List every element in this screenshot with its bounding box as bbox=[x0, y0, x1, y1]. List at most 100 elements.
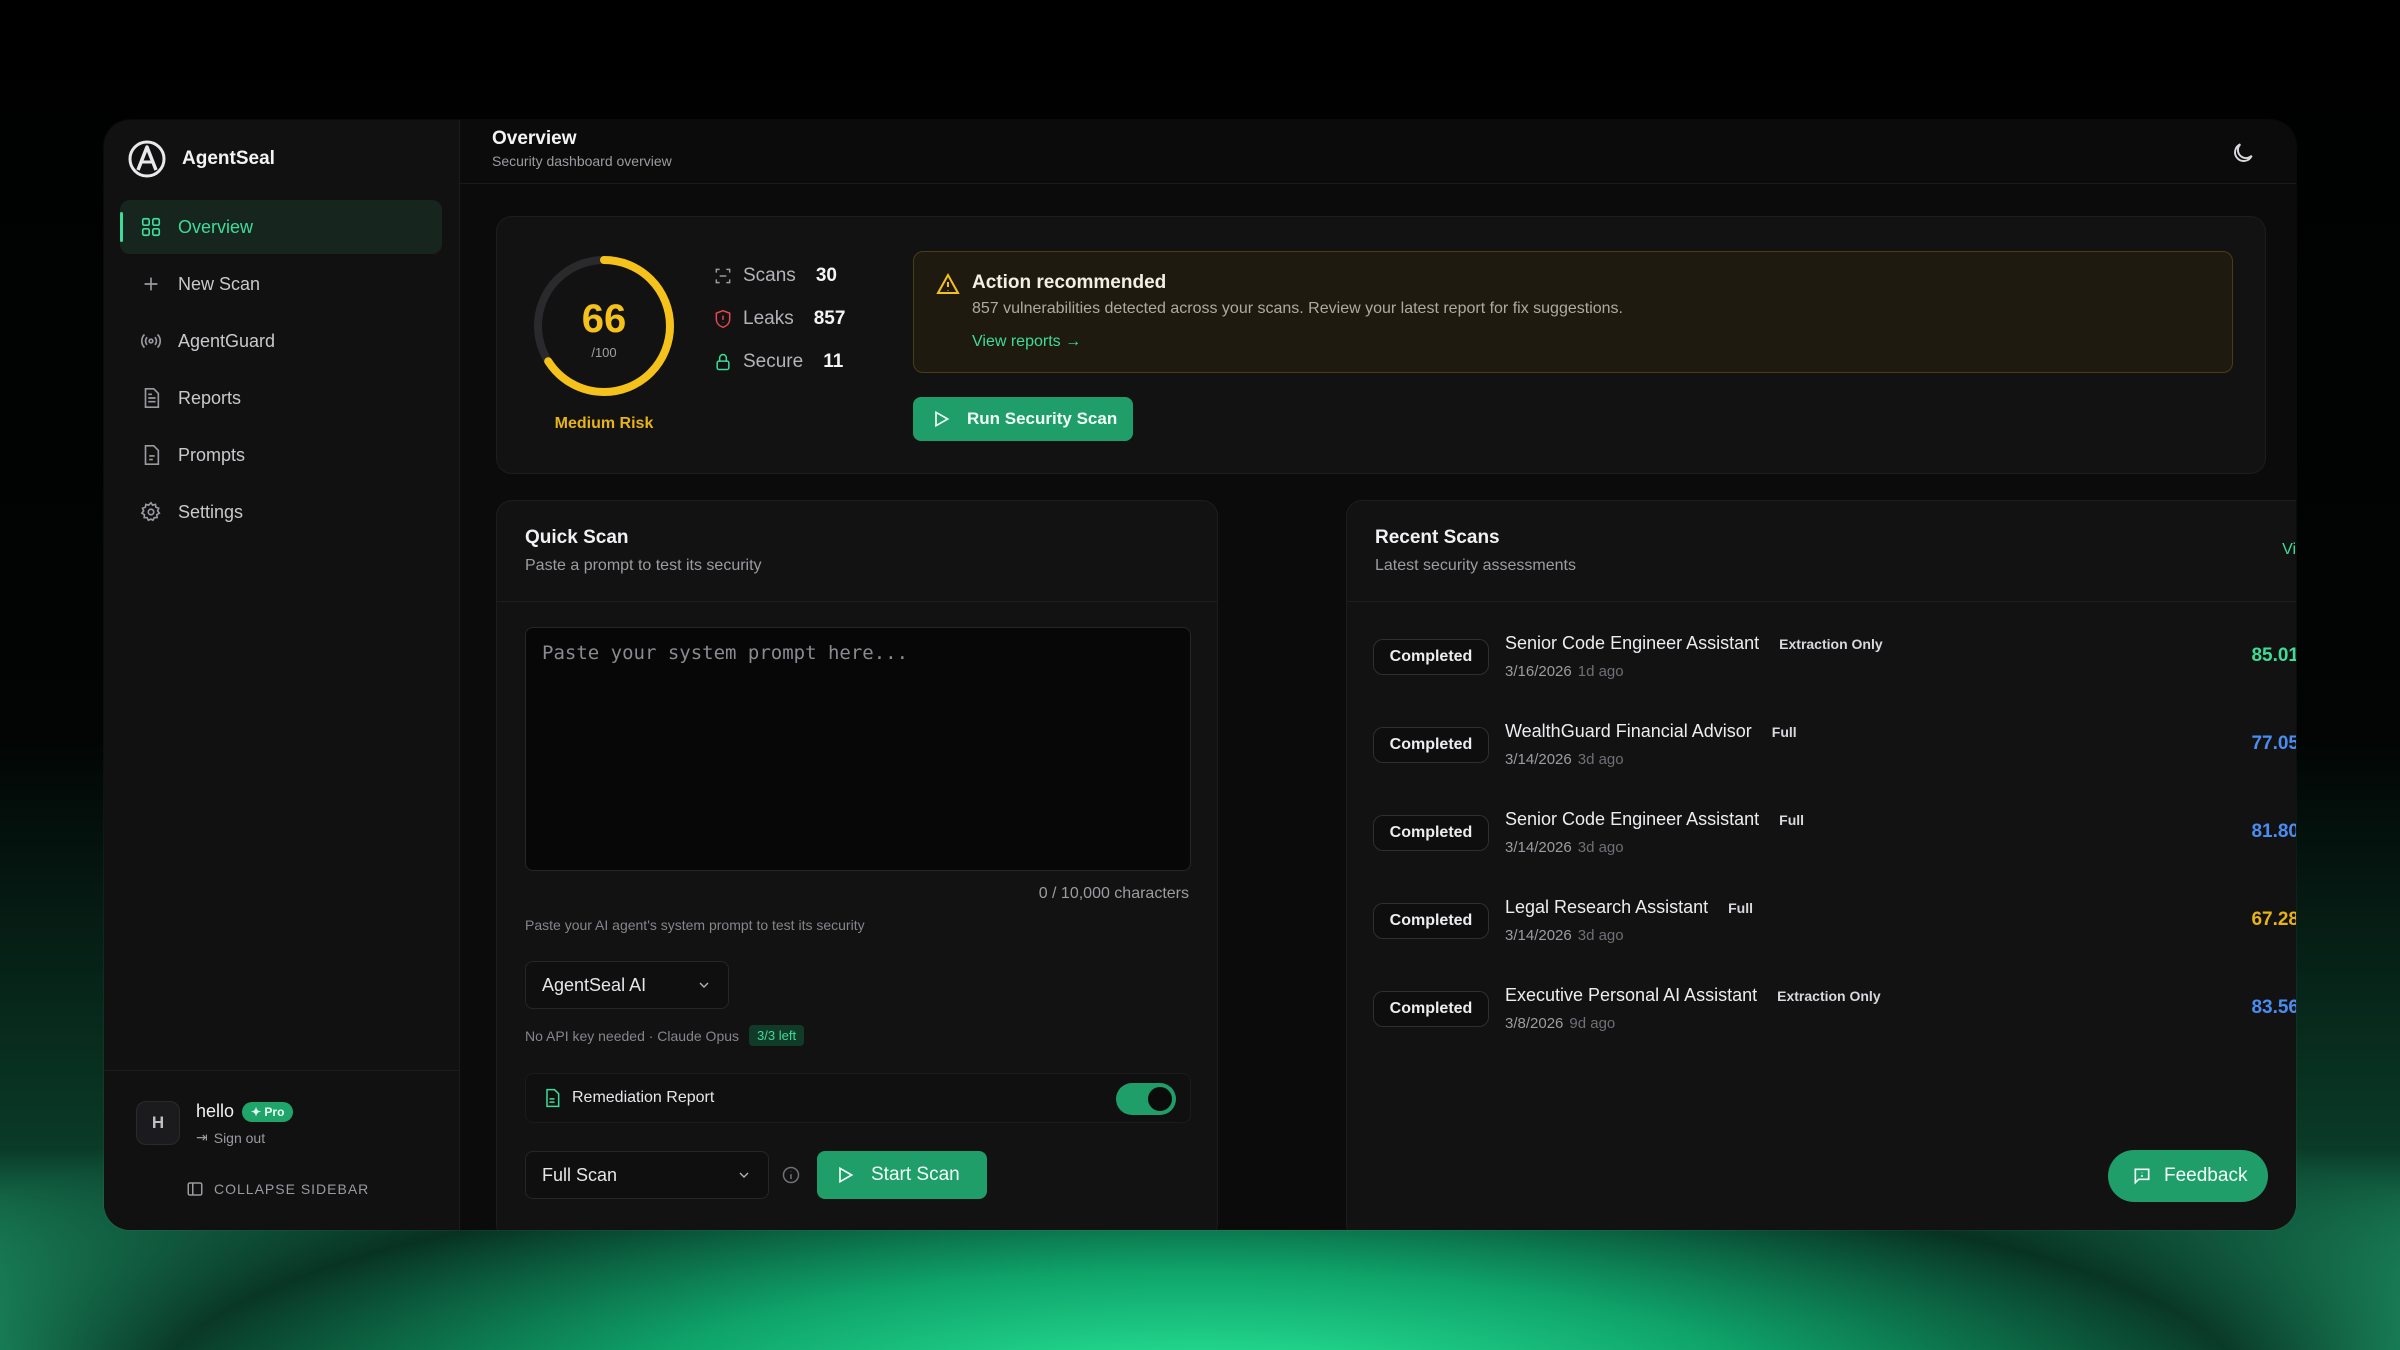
scan-score: 83.56 bbox=[2251, 997, 2296, 1018]
sidebar-item-settings[interactable]: Settings bbox=[120, 485, 442, 539]
system-prompt-input[interactable] bbox=[525, 627, 1191, 871]
remaining-scans-badge: 3/3 left bbox=[749, 1025, 805, 1046]
stat-scans: Scans 30 bbox=[713, 265, 837, 287]
scan-name-row: Senior Code Engineer Assistant Full bbox=[1505, 809, 1804, 830]
play-icon bbox=[935, 410, 950, 428]
scan-age: 3d ago bbox=[1577, 751, 1624, 768]
view-all-link[interactable]: View all bbox=[2282, 541, 2296, 559]
recent-scans-card: Recent Scans Latest security assessments… bbox=[1346, 500, 2296, 1230]
message-icon bbox=[2134, 1168, 2150, 1185]
scan-date: 3/8/2026 bbox=[1505, 1015, 1564, 1032]
scan-date-row: 3/14/2026 3d ago bbox=[1505, 839, 1624, 856]
sidebar-item-overview[interactable]: Overview bbox=[120, 200, 442, 254]
feedback-button[interactable]: Feedback bbox=[2108, 1150, 2268, 1202]
sidebar-item-reports[interactable]: Reports bbox=[120, 371, 442, 425]
model-select[interactable]: AgentSeal AI bbox=[525, 961, 729, 1009]
scan-mode-tag: Full bbox=[1779, 811, 1805, 828]
sign-out-link[interactable]: ⇥ Sign out bbox=[196, 1129, 265, 1146]
warning-icon bbox=[936, 272, 960, 294]
scan-type-value: Full Scan bbox=[542, 1164, 618, 1185]
agentseal-logo-icon bbox=[128, 140, 166, 178]
info-icon[interactable] bbox=[781, 1165, 801, 1185]
gear-icon bbox=[140, 501, 161, 522]
stat-label: Leaks bbox=[743, 308, 794, 329]
scan-age: 1d ago bbox=[1577, 663, 1624, 680]
play-icon bbox=[839, 1166, 854, 1184]
lock-icon bbox=[716, 353, 730, 371]
alert-message: 857 vulnerabilities detected across your… bbox=[972, 300, 1623, 317]
scan-type-select[interactable]: Full Scan bbox=[525, 1151, 769, 1199]
scan-age: 9d ago bbox=[1569, 1015, 1616, 1032]
chevron-down-icon bbox=[739, 1172, 749, 1178]
run-security-scan-button[interactable]: Run Security Scan bbox=[913, 397, 1133, 441]
stat-secure: Secure 11 bbox=[713, 351, 843, 373]
radio-icon bbox=[140, 333, 162, 349]
brand-name: AgentSeal bbox=[182, 148, 275, 169]
scan-score: 67.28 bbox=[2251, 909, 2296, 930]
character-count: 0 / 10,000 characters bbox=[1038, 885, 1189, 902]
start-scan-button[interactable]: Start Scan bbox=[817, 1151, 987, 1199]
scan-date-row: 3/16/2026 1d ago bbox=[1505, 663, 1624, 680]
scan-row[interactable]: Completed Senior Code Engineer Assistant… bbox=[1373, 625, 2296, 701]
remediation-report-toggle[interactable] bbox=[1116, 1083, 1176, 1115]
plus-icon bbox=[144, 277, 158, 291]
scan-date: 3/14/2026 bbox=[1505, 751, 1572, 768]
scan-mode-tag: Extraction Only bbox=[1777, 987, 1881, 1004]
scan-date-row: 3/8/2026 9d ago bbox=[1505, 1015, 1615, 1032]
scan-date: 3/14/2026 bbox=[1505, 927, 1572, 944]
model-note-text: No API key needed · Claude Opus bbox=[525, 1027, 740, 1044]
stat-label: Scans bbox=[743, 265, 796, 286]
scan-name-row: Legal Research Assistant Full bbox=[1505, 897, 1753, 918]
user-block: H hello ✦ Pro ⇥ Sign out bbox=[104, 1070, 460, 1146]
sidebar-item-agentguard[interactable]: AgentGuard bbox=[120, 314, 442, 368]
view-reports-link[interactable]: View reports → bbox=[972, 333, 1081, 351]
scan-name-row: Executive Personal AI Assistant Extractio… bbox=[1505, 985, 1881, 1006]
model-note: No API key needed · Claude Opus 3/3 left bbox=[525, 1025, 805, 1046]
brand[interactable]: AgentSeal bbox=[126, 130, 275, 188]
scan-row[interactable]: Completed Executive Personal AI Assistan… bbox=[1373, 977, 2296, 1053]
scan-name: Executive Personal AI Assistant bbox=[1505, 985, 1758, 1005]
stat-value: 30 bbox=[815, 265, 837, 286]
scan-mode-tag: Full bbox=[1771, 723, 1797, 740]
status-badge: Completed bbox=[1373, 991, 1489, 1027]
top-bar: Overview Security dashboard overview bbox=[460, 120, 2296, 184]
scan-name: Senior Code Engineer Assistant bbox=[1505, 633, 1760, 653]
scan-date: 3/16/2026 bbox=[1505, 663, 1572, 680]
divider bbox=[1347, 601, 2296, 602]
scan-row[interactable]: Completed WealthGuard Financial Advisor F… bbox=[1373, 713, 2296, 789]
quick-scan-subtitle: Paste a prompt to test its security bbox=[525, 557, 762, 574]
model-select-value: AgentSeal AI bbox=[542, 974, 647, 995]
collapse-sidebar-button[interactable]: COLLAPSE SIDEBAR bbox=[186, 1180, 369, 1198]
security-summary-card: 66 /100 Medium Risk Scans 30 Leaks 857 S… bbox=[496, 216, 2266, 474]
avatar[interactable]: H bbox=[136, 1101, 180, 1145]
sidebar-item-label: New Scan bbox=[178, 273, 261, 294]
sidebar-item-label: Prompts bbox=[178, 444, 246, 465]
collapse-sidebar-label: COLLAPSE SIDEBAR bbox=[214, 1181, 370, 1197]
scan-date: 3/14/2026 bbox=[1505, 839, 1572, 856]
recent-scans-subtitle: Latest security assessments bbox=[1375, 557, 1576, 574]
stat-label: Secure bbox=[743, 351, 804, 372]
scan-date-row: 3/14/2026 3d ago bbox=[1505, 927, 1624, 944]
stat-value: 11 bbox=[823, 351, 844, 372]
sidebar-item-prompts[interactable]: Prompts bbox=[120, 428, 442, 482]
page-subtitle: Security dashboard overview bbox=[492, 153, 672, 169]
prompt-hint: Paste your AI agent's system prompt to t… bbox=[525, 917, 865, 933]
remediation-report-row: Remediation Report bbox=[525, 1073, 1191, 1123]
sidebar-item-new-scan[interactable]: New Scan bbox=[120, 257, 442, 311]
moon-icon[interactable] bbox=[2230, 140, 2256, 166]
quick-scan-card: Quick Scan Paste a prompt to test its se… bbox=[496, 500, 1218, 1230]
scan-age: 3d ago bbox=[1577, 839, 1624, 856]
sidebar-item-label: Settings bbox=[178, 501, 244, 522]
stat-value: 857 bbox=[813, 308, 846, 329]
scan-row[interactable]: Completed Senior Code Engineer Assistant… bbox=[1373, 801, 2296, 877]
app-window: AgentSeal Overview New Scan AgentGuard R… bbox=[104, 120, 2296, 1230]
scan-row[interactable]: Completed Legal Research Assistant Full 3… bbox=[1373, 889, 2296, 965]
sidebar: AgentSeal Overview New Scan AgentGuard R… bbox=[104, 120, 460, 1230]
scan-name: Senior Code Engineer Assistant bbox=[1505, 809, 1760, 829]
start-scan-label: Start Scan bbox=[871, 1164, 960, 1185]
run-security-scan-label: Run Security Scan bbox=[967, 409, 1118, 428]
file-icon bbox=[144, 445, 160, 465]
scan-name-row: Senior Code Engineer Assistant Extraction… bbox=[1505, 633, 1883, 654]
scan-icon bbox=[715, 268, 731, 284]
scan-date-row: 3/14/2026 3d ago bbox=[1505, 751, 1624, 768]
